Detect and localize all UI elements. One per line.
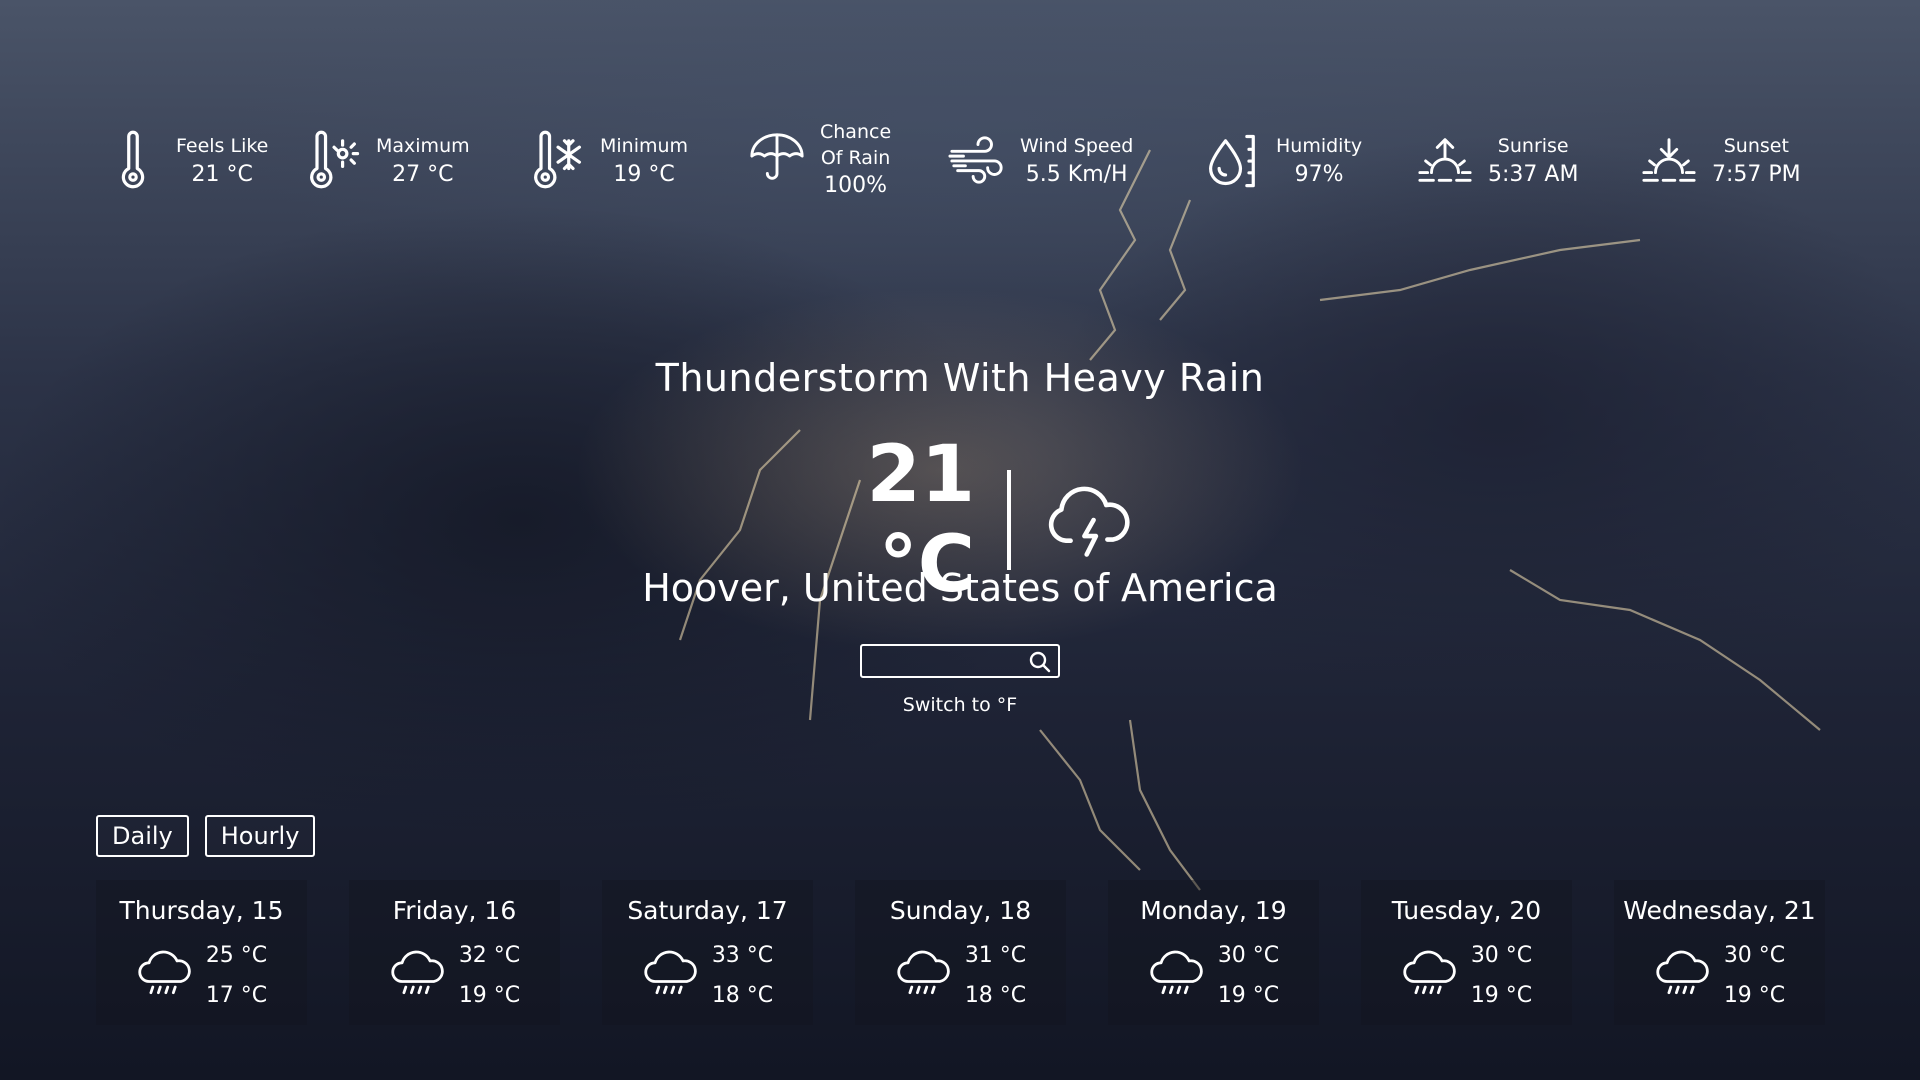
stat-value: 100%	[824, 173, 888, 199]
forecast-day: Wednesday, 21	[1623, 896, 1816, 925]
stat-value: 7:57 PM	[1712, 161, 1801, 187]
forecast-day: Thursday, 15	[119, 896, 284, 925]
rain-cloud-icon	[642, 946, 698, 1006]
stat-value: 5:37 AM	[1488, 161, 1579, 187]
stat-sunset: Sunset 7:57 PM	[1640, 128, 1801, 196]
stat-value: 27 °C	[392, 161, 454, 187]
stat-minimum: Minimum 19 °C	[528, 128, 688, 196]
search-icon[interactable]	[1028, 650, 1052, 674]
stat-label: Sunrise	[1497, 135, 1569, 158]
switch-unit-link[interactable]: Switch to °F	[0, 694, 1920, 716]
stat-feels-like: Feels Like 21 °C	[104, 128, 268, 196]
rain-cloud-icon	[389, 946, 445, 1006]
forecast-low: 17 °C	[205, 983, 268, 1008]
rain-cloud-icon	[895, 946, 951, 1006]
tab-hourly[interactable]: Hourly	[204, 815, 316, 857]
thermometer-sun-icon	[304, 128, 362, 196]
rain-cloud-icon	[136, 946, 192, 1006]
location-name: Hoover, United States of America	[642, 566, 1278, 610]
stat-value: 97%	[1294, 161, 1344, 187]
stat-sunrise: Sunrise 5:37 AM	[1416, 128, 1578, 196]
forecast-day: Sunday, 18	[889, 896, 1032, 925]
stat-value: 21 °C	[191, 161, 253, 187]
forecast-high: 30 °C	[1723, 943, 1786, 968]
rain-cloud-icon	[1654, 946, 1710, 1006]
sunset-icon	[1640, 128, 1698, 196]
forecast-card: Sunday, 18 31 °C 18 °C	[855, 880, 1066, 1025]
forecast-card: Monday, 19 30 °C 19 °C	[1108, 880, 1319, 1025]
forecast-high: 30 °C	[1470, 943, 1533, 968]
wind-icon	[948, 128, 1006, 196]
forecast-high: 30 °C	[1217, 943, 1280, 968]
stat-label: Humidity	[1276, 135, 1363, 158]
stat-label: Wind Speed	[1020, 135, 1134, 158]
divider	[1007, 470, 1011, 570]
search-input[interactable]	[868, 648, 1022, 674]
thermometer-snow-icon	[528, 128, 586, 196]
stat-label: Feels Like	[176, 135, 269, 158]
forecast-low: 19 °C	[458, 983, 521, 1008]
rain-cloud-icon	[1148, 946, 1204, 1006]
stat-label-line1: Chance	[820, 121, 892, 143]
stat-value: 5.5 Km/H	[1025, 161, 1128, 187]
forecast-day: Monday, 19	[1140, 896, 1287, 925]
forecast-day: Tuesday, 20	[1391, 896, 1542, 925]
stat-wind-speed: Wind Speed 5.5 Km/H	[948, 128, 1133, 196]
forecast-high: 31 °C	[964, 943, 1027, 968]
stat-label: Minimum	[600, 135, 689, 158]
forecast-day: Friday, 16	[392, 896, 517, 925]
tab-daily[interactable]: Daily	[96, 815, 189, 857]
forecast-card: Thursday, 15 25 °C 17 °C	[96, 880, 307, 1025]
forecast-tabs: Daily Hourly	[96, 815, 316, 857]
rain-cloud-icon	[1401, 946, 1457, 1006]
forecast-low: 19 °C	[1217, 983, 1280, 1008]
stat-chance-of-rain: Chance Of Rain 100%	[748, 120, 891, 201]
stat-label: Maximum	[376, 135, 470, 158]
sunrise-icon	[1416, 128, 1474, 196]
stat-label-line2: Of Rain	[820, 146, 891, 169]
forecast-low: 18 °C	[964, 983, 1027, 1008]
forecast-card: Friday, 16 32 °C 19 °C	[349, 880, 560, 1025]
forecast-high: 32 °C	[458, 943, 521, 968]
stat-humidity: Humidity 97%	[1204, 128, 1362, 196]
stat-value: 19 °C	[613, 161, 675, 187]
forecast-card: Wednesday, 21 30 °C 19 °C	[1614, 880, 1825, 1025]
forecast-card: Tuesday, 20 30 °C 19 °C	[1361, 880, 1572, 1025]
forecast-high: 33 °C	[711, 943, 774, 968]
thermometer-icon	[104, 128, 162, 196]
weather-condition: Thunderstorm With Heavy Rain	[655, 356, 1265, 400]
thunderstorm-cloud-icon	[1043, 474, 1135, 566]
stat-label: Sunset	[1723, 135, 1789, 158]
forecast-low: 19 °C	[1723, 983, 1786, 1008]
forecast-high: 25 °C	[205, 943, 268, 968]
humidity-icon	[1204, 128, 1262, 196]
forecast-low: 19 °C	[1470, 983, 1533, 1008]
forecast-low: 18 °C	[711, 983, 774, 1008]
forecast-card: Saturday, 17 33 °C 18 °C	[602, 880, 813, 1025]
daily-forecast: Thursday, 15 25 °C 17 °C Friday, 16 32 °…	[96, 880, 1825, 1025]
stat-maximum: Maximum 27 °C	[304, 128, 470, 196]
forecast-day: Saturday, 17	[627, 896, 788, 925]
search-box[interactable]	[860, 644, 1060, 678]
umbrella-icon	[748, 126, 806, 194]
